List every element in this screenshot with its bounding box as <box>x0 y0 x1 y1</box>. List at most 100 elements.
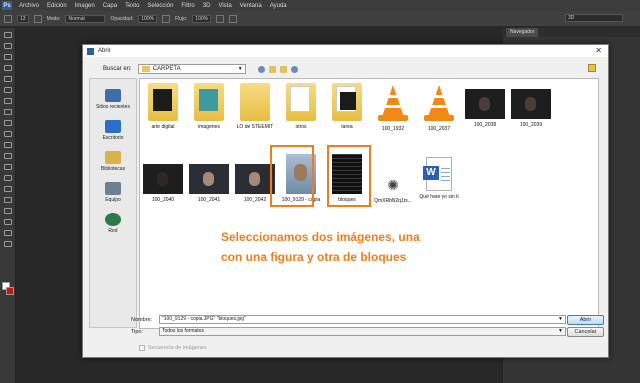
image-sequence-option: Secuencia de imágenes <box>139 345 207 351</box>
place-label: Bibliotecas <box>100 166 126 172</box>
file-name-input[interactable]: "100_9129 - copia.JPG" "bloques.jpg" ▼ <box>159 315 566 324</box>
airbrush-icon[interactable] <box>216 14 225 23</box>
path-select-tool-icon[interactable] <box>3 208 12 214</box>
image-sequence-checkbox[interactable] <box>139 345 145 351</box>
place-desktop[interactable]: Escritorio <box>90 120 136 141</box>
file-item[interactable]: 100_1932 <box>370 83 416 132</box>
menu-seleccion[interactable]: Selección <box>143 3 177 9</box>
file-name: QmXRbN2q1ts... <box>374 198 412 204</box>
view-menu-icon[interactable] <box>290 65 298 73</box>
file-item[interactable]: otros <box>278 83 324 130</box>
look-in-select[interactable]: CARPETA ▼ <box>137 64 246 74</box>
healing-tool-icon[interactable] <box>3 98 12 104</box>
place-label: Escritorio <box>102 135 124 141</box>
file-item[interactable]: 100_2040 <box>140 164 186 203</box>
file-item[interactable]: 100_2039 <box>508 89 554 128</box>
quick-select-tool-icon[interactable] <box>3 65 12 71</box>
new-folder-icon[interactable] <box>279 65 287 73</box>
up-folder-icon[interactable] <box>268 65 276 73</box>
dialog-title: Abrir <box>98 48 111 54</box>
menu-texto[interactable]: Texto <box>121 3 143 9</box>
type-tool-icon[interactable] <box>3 197 12 203</box>
menu-bar: Ps Archivo Edición Imagen Capa Texto Sel… <box>0 0 640 11</box>
file-item[interactable]: LO de STEEMIT <box>232 83 278 130</box>
file-name: tarea <box>341 124 353 130</box>
file-item[interactable]: ✺ QmXRbN2q1ts... <box>370 175 416 205</box>
annotation-text: Seleccionamos dos imágenes, una con una … <box>221 227 481 267</box>
file-item[interactable]: 100_2037 <box>416 83 462 132</box>
eraser-tool-icon[interactable] <box>3 142 12 148</box>
menu-filtro[interactable]: Filtro <box>177 3 198 9</box>
opacity-field[interactable]: 100% <box>138 14 158 23</box>
open-button[interactable]: Abrir <box>567 315 604 325</box>
pen-tool-icon[interactable] <box>3 186 12 192</box>
file-name: LO de STEEMIT <box>236 124 274 130</box>
file-name: 100_2038 <box>473 122 497 128</box>
image-sequence-label: Secuencia de imágenes <box>148 345 207 351</box>
file-item[interactable]: arte digital <box>140 83 186 130</box>
back-icon[interactable] <box>257 65 265 73</box>
tab-navegador[interactable]: Navegador <box>506 28 539 37</box>
file-name-value: "100_9129 - copia.JPG" "bloques.jpg" <box>162 316 246 322</box>
file-item[interactable]: 100_2038 <box>462 89 508 128</box>
gradient-tool-icon[interactable] <box>3 153 12 159</box>
place-computer[interactable]: Equipo <box>90 182 136 203</box>
brush-panel-icon[interactable] <box>33 14 42 23</box>
eyedropper-tool-icon[interactable] <box>3 87 12 93</box>
background-color-swatch[interactable] <box>6 287 14 295</box>
dodge-tool-icon[interactable] <box>3 175 12 181</box>
selection-highlight <box>327 145 371 207</box>
place-libraries[interactable]: Bibliotecas <box>90 151 136 172</box>
folder-icon <box>286 83 316 121</box>
menu-capa[interactable]: Capa <box>99 3 121 9</box>
menu-imagen[interactable]: Imagen <box>71 3 99 9</box>
brush-tool-icon[interactable] <box>3 109 12 115</box>
photo-thumbnail <box>189 164 229 194</box>
file-item[interactable]: imagenes <box>186 83 232 130</box>
marquee-tool-icon[interactable] <box>3 43 12 49</box>
workspace-select[interactable]: 3D <box>565 14 623 22</box>
file-item[interactable]: 100_2041 <box>186 164 232 203</box>
chevron-down-icon[interactable]: ▼ <box>558 316 563 323</box>
move-tool-icon[interactable] <box>3 32 12 38</box>
file-name: 100_2039 <box>519 122 543 128</box>
hand-tool-icon[interactable] <box>3 230 12 236</box>
place-network[interactable]: Red <box>90 213 136 234</box>
close-icon[interactable]: ✕ <box>595 46 602 55</box>
menu-edicion[interactable]: Edición <box>43 3 71 9</box>
menu-ventana[interactable]: Ventana <box>236 3 266 9</box>
menu-ayuda[interactable]: Ayuda <box>266 3 291 9</box>
menu-archivo[interactable]: Archivo <box>15 3 43 9</box>
folder-icon <box>141 66 150 72</box>
menu-vista[interactable]: Vista <box>214 3 235 9</box>
history-brush-tool-icon[interactable] <box>3 131 12 137</box>
desktop-icon <box>105 120 121 133</box>
mode-label: Modo: <box>46 15 61 22</box>
place-recent[interactable]: Sitios recientes <box>90 89 136 110</box>
tools-panel <box>0 28 16 383</box>
menu-3d[interactable]: 3D <box>199 3 215 9</box>
pressure-size-icon[interactable] <box>229 14 238 23</box>
zoom-tool-icon[interactable] <box>3 241 12 247</box>
file-item[interactable]: tarea <box>324 83 370 130</box>
mode-select[interactable]: Normal <box>65 14 106 23</box>
file-type-row: Tipo: Todos los formatos ▼ <box>131 327 566 336</box>
vlc-cone-icon <box>376 83 410 123</box>
blur-tool-icon[interactable] <box>3 164 12 170</box>
name-label: Nombre: <box>131 316 153 323</box>
file-name: Qué hare yo sin ti <box>419 194 459 200</box>
stamp-tool-icon[interactable] <box>3 120 12 126</box>
crop-tool-icon[interactable] <box>3 76 12 82</box>
bridge-folder-icon[interactable] <box>588 64 596 72</box>
shape-tool-icon[interactable] <box>3 219 12 225</box>
lasso-tool-icon[interactable] <box>3 54 12 60</box>
file-type-select[interactable]: Todos los formatos ▼ <box>159 327 566 336</box>
file-name: 100_2040 <box>151 197 175 203</box>
cancel-button[interactable]: Cancelar <box>567 327 604 337</box>
flow-field[interactable]: 100% <box>192 14 212 23</box>
file-item[interactable]: W Qué hare yo sin ti <box>416 157 462 200</box>
photo-thumbnail <box>235 164 275 194</box>
pressure-opacity-icon[interactable] <box>162 14 171 23</box>
brush-size-field[interactable]: 13 <box>17 14 29 23</box>
brush-tool-icon[interactable] <box>4 14 12 23</box>
